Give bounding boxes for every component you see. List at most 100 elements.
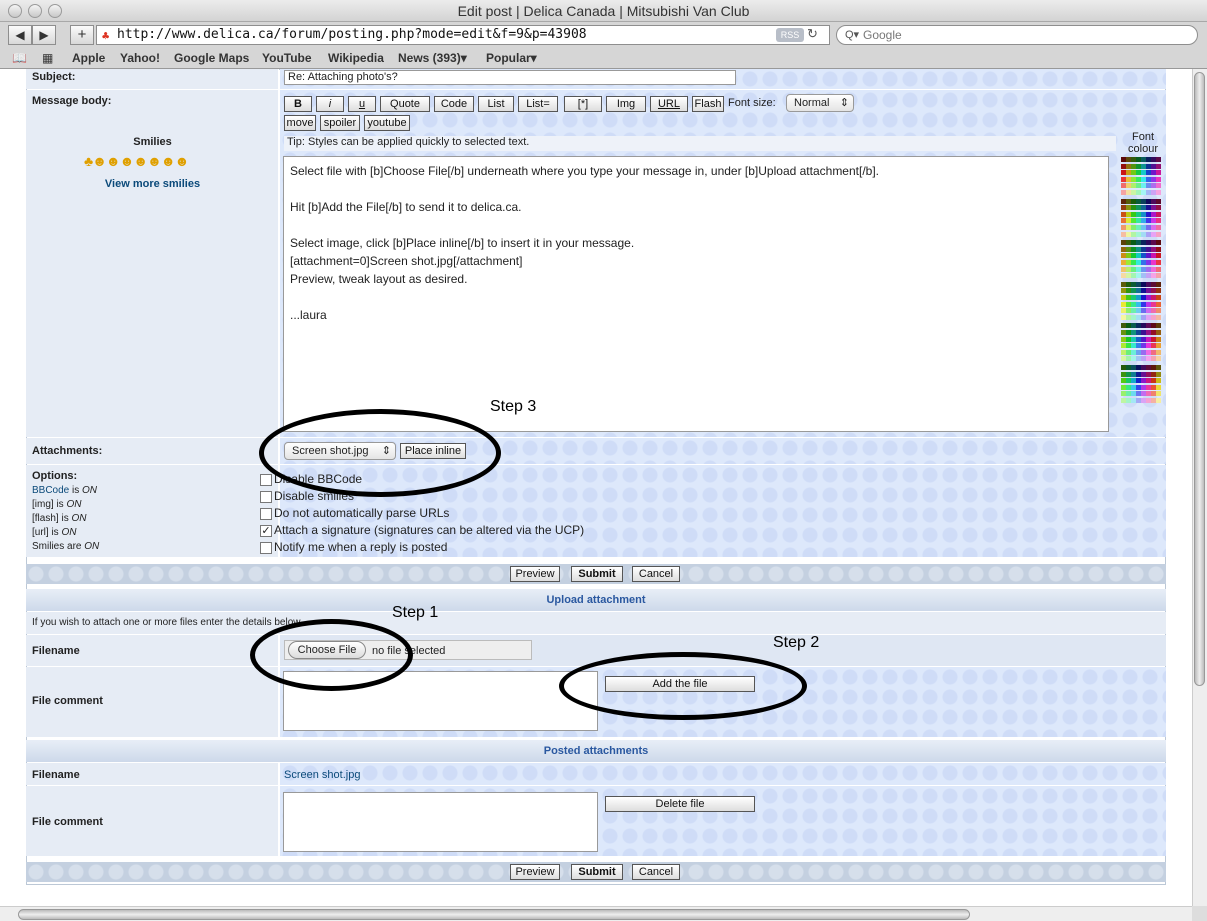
posted-filename-link[interactable]: Screen shot.jpg <box>284 769 360 781</box>
subject-input[interactable]: Re: Attaching photo's? <box>284 70 736 85</box>
subject-row: Subject: Re: Attaching photo's? <box>26 69 1166 89</box>
colour-swatch[interactable] <box>1156 391 1161 397</box>
bbcode-link[interactable]: BBCode <box>32 485 69 496</box>
colour-swatch[interactable] <box>1156 301 1161 307</box>
colour-swatch[interactable] <box>1156 343 1161 349</box>
bookmark-wikipedia[interactable]: Wikipedia <box>328 51 384 65</box>
back-icon[interactable]: ◀ <box>8 25 32 45</box>
colour-swatch[interactable] <box>1156 371 1161 377</box>
colour-swatch[interactable] <box>1156 231 1161 237</box>
submit-button[interactable]: Submit <box>571 566 623 582</box>
colour-swatch[interactable] <box>1156 273 1161 279</box>
close-window-icon[interactable] <box>8 4 22 18</box>
quote-button[interactable]: Quote <box>380 96 430 112</box>
colour-swatch[interactable] <box>1156 205 1161 211</box>
forward-icon[interactable]: ▶ <box>32 25 56 45</box>
list-item-button[interactable]: [*] <box>564 96 602 112</box>
preview-button[interactable]: Preview <box>510 566 560 582</box>
colour-swatch[interactable] <box>1156 314 1161 320</box>
colour-swatch[interactable] <box>1156 378 1161 384</box>
colour-swatch[interactable] <box>1156 176 1161 182</box>
vertical-scroll-thumb[interactable] <box>1194 72 1205 686</box>
title-bar: Edit post | Delica Canada | Mitsubishi V… <box>0 0 1207 22</box>
colour-swatch[interactable] <box>1156 163 1161 169</box>
delete-file-button[interactable]: Delete file <box>605 796 755 812</box>
view-more-smilies-link[interactable]: View more smilies <box>26 178 279 190</box>
smilies-icons[interactable]: ♣☻☻☻☻☻☻☻ <box>84 153 234 169</box>
submit-button-bottom[interactable]: Submit <box>571 864 623 880</box>
bookmark-yahoo[interactable]: Yahoo! <box>120 51 160 65</box>
colour-swatch[interactable] <box>1156 295 1161 300</box>
bookmark-apple[interactable]: Apple <box>72 51 105 65</box>
colour-swatch[interactable] <box>1156 384 1161 390</box>
option-checkbox[interactable]: ✓ <box>260 525 272 537</box>
colour-swatch[interactable] <box>1156 190 1161 195</box>
smilies-heading: Smilies <box>133 136 172 148</box>
subject-label: Subject: <box>32 71 76 83</box>
colour-swatch[interactable] <box>1156 246 1161 252</box>
youtube-button[interactable]: youtube <box>364 115 410 131</box>
move-button[interactable]: move <box>284 115 316 131</box>
italic-button[interactable]: i <box>316 96 344 112</box>
bookmark-youtube[interactable]: YouTube <box>262 51 312 65</box>
spoiler-button[interactable]: spoiler <box>320 115 360 131</box>
colour-swatch[interactable] <box>1156 211 1161 217</box>
colour-swatch[interactable] <box>1156 323 1161 329</box>
colour-swatch[interactable] <box>1156 330 1161 335</box>
cancel-button-bottom[interactable]: Cancel <box>632 864 680 880</box>
minimize-window-icon[interactable] <box>28 4 42 18</box>
bookmark-google-maps[interactable]: Google Maps <box>174 51 249 65</box>
colour-swatch[interactable] <box>1156 398 1161 403</box>
flash-button[interactable]: Flash <box>692 96 724 112</box>
colour-swatch[interactable] <box>1156 253 1161 259</box>
add-bookmark-icon[interactable]: + <box>70 25 94 45</box>
colour-swatch[interactable] <box>1156 288 1161 294</box>
list-ordered-button[interactable]: List= <box>518 96 558 112</box>
message-textarea[interactable]: Select file with [b]Choose File[/b] unde… <box>283 156 1109 432</box>
colour-swatch[interactable] <box>1156 266 1161 272</box>
colour-swatch[interactable] <box>1156 349 1161 355</box>
bold-button[interactable]: B <box>284 96 312 112</box>
bookmark-news[interactable]: News (393)▾ <box>398 51 467 65</box>
font-size-select[interactable]: Normal ⇕ <box>786 94 854 112</box>
reload-icon[interactable]: ↻ <box>807 26 818 42</box>
zoom-window-icon[interactable] <box>48 4 62 18</box>
status-is: is <box>58 513 72 524</box>
colour-swatch[interactable] <box>1156 157 1161 162</box>
url-button[interactable]: URL <box>650 96 688 112</box>
underline-button[interactable]: u <box>348 96 376 112</box>
colour-swatch[interactable] <box>1156 336 1161 342</box>
option-checkbox[interactable] <box>260 508 272 520</box>
colour-swatch[interactable] <box>1156 170 1161 176</box>
rss-badge[interactable]: RSS <box>776 28 804 42</box>
resize-corner[interactable] <box>1192 906 1207 921</box>
colour-swatch[interactable] <box>1156 183 1161 189</box>
colour-swatch[interactable] <box>1156 260 1161 265</box>
preview-button-bottom[interactable]: Preview <box>510 864 560 880</box>
code-button[interactable]: Code <box>434 96 474 112</box>
colour-swatch[interactable] <box>1156 308 1161 314</box>
option-checkbox-label: Attach a signature (signatures can be al… <box>274 523 585 537</box>
colour-swatch[interactable] <box>1156 225 1161 230</box>
colour-swatch[interactable] <box>1156 281 1161 287</box>
colour-swatch[interactable] <box>1156 356 1161 362</box>
search-icon: Q▾ <box>845 29 860 41</box>
horizontal-scroll-thumb[interactable] <box>18 909 970 920</box>
colour-swatch[interactable] <box>1156 365 1161 370</box>
top-sites-icon[interactable]: ▦ <box>42 51 53 65</box>
reading-list-icon[interactable]: 📖 <box>12 51 27 65</box>
cancel-button[interactable]: Cancel <box>632 566 680 582</box>
list-button[interactable]: List <box>478 96 514 112</box>
search-input[interactable]: Q▾ Google <box>836 25 1198 45</box>
colour-swatch[interactable] <box>1156 218 1161 224</box>
colour-swatch[interactable] <box>1156 198 1161 204</box>
posted-comment-textarea[interactable] <box>283 792 598 852</box>
font-colour-label: Font colour <box>1128 131 1158 155</box>
colour-swatch[interactable] <box>1156 240 1161 246</box>
address-bar[interactable]: ♣ http://www.delica.ca/forum/posting.php… <box>96 25 830 45</box>
img-button[interactable]: Img <box>606 96 646 112</box>
option-checkbox[interactable] <box>260 474 272 486</box>
option-checkbox[interactable] <box>260 542 272 554</box>
option-checkbox[interactable] <box>260 491 272 503</box>
bookmark-popular[interactable]: Popular▾ <box>486 51 537 65</box>
